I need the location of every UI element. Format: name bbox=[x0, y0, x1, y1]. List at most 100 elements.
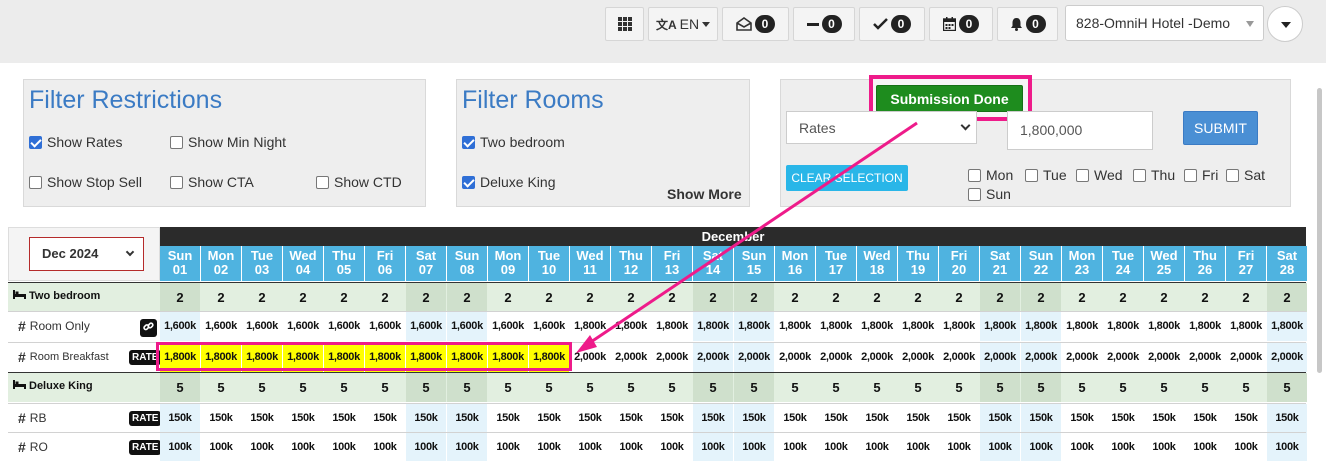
rate-cell[interactable]: 1,800k bbox=[816, 312, 856, 341]
month-select[interactable]: Dec 2024 bbox=[29, 237, 144, 271]
day-header[interactable]: Mon 23 bbox=[1062, 246, 1102, 281]
rate-cell[interactable]: 2,000k bbox=[1226, 343, 1266, 372]
availability-cell[interactable]: 2 bbox=[406, 283, 446, 312]
submit-button[interactable]: SUBMIT bbox=[1183, 111, 1258, 145]
day-thu-checkbox[interactable]: Thu bbox=[1133, 167, 1175, 183]
availability-cell[interactable]: 2 bbox=[775, 283, 815, 312]
show-rates-checkbox[interactable]: Show Rates bbox=[29, 134, 122, 150]
day-header[interactable]: Sat 07 bbox=[406, 246, 446, 281]
availability-cell[interactable]: 2 bbox=[693, 283, 733, 312]
availability-cell[interactable]: 5 bbox=[447, 373, 487, 402]
availability-cell[interactable]: 2 bbox=[1185, 283, 1225, 312]
availability-cell[interactable]: 2 bbox=[611, 283, 651, 312]
rate-cell[interactable]: 1,800k bbox=[529, 343, 569, 372]
availability-cell[interactable]: 2 bbox=[324, 283, 364, 312]
rate-cell[interactable]: 1,800k bbox=[242, 343, 282, 372]
rate-cell[interactable]: 1,800k bbox=[1062, 312, 1102, 341]
availability-cell[interactable]: 2 bbox=[1103, 283, 1143, 312]
rate-cell[interactable]: 100k bbox=[734, 433, 774, 461]
availability-cell[interactable]: 5 bbox=[365, 373, 405, 402]
availability-cell[interactable]: 2 bbox=[201, 283, 241, 312]
availability-cell[interactable]: 2 bbox=[1062, 283, 1102, 312]
rate-cell[interactable]: 1,800k bbox=[1267, 312, 1307, 341]
rate-cell[interactable]: 150k bbox=[283, 404, 323, 433]
rate-cell[interactable]: 2,000k bbox=[611, 343, 651, 372]
rate-cell[interactable]: 150k bbox=[488, 404, 528, 433]
availability-cell[interactable]: 5 bbox=[775, 373, 815, 402]
rate-cell[interactable]: 100k bbox=[1226, 433, 1266, 461]
rate-cell[interactable]: 1,800k bbox=[857, 312, 897, 341]
availability-cell[interactable]: 2 bbox=[857, 283, 897, 312]
rate-cell[interactable]: 1,600k bbox=[160, 312, 200, 341]
availability-cell[interactable]: 2 bbox=[447, 283, 487, 312]
availability-cell[interactable]: 2 bbox=[242, 283, 282, 312]
rate-cell[interactable]: 100k bbox=[283, 433, 323, 461]
rate-cell[interactable]: 1,800k bbox=[1144, 312, 1184, 341]
rate-cell[interactable]: 100k bbox=[1103, 433, 1143, 461]
day-header[interactable]: Sat 14 bbox=[693, 246, 733, 281]
day-header[interactable]: Sat 28 bbox=[1267, 246, 1307, 281]
availability-cell[interactable]: 5 bbox=[1226, 373, 1266, 402]
availability-cell[interactable]: 5 bbox=[857, 373, 897, 402]
day-tue-checkbox[interactable]: Tue bbox=[1025, 167, 1067, 183]
availability-cell[interactable]: 2 bbox=[816, 283, 856, 312]
availability-cell[interactable]: 2 bbox=[1021, 283, 1061, 312]
checkbox-checked[interactable] bbox=[29, 135, 42, 149]
rate-cell[interactable]: 150k bbox=[324, 404, 364, 433]
rate-cell[interactable]: 150k bbox=[447, 404, 487, 433]
checkbox[interactable] bbox=[170, 135, 183, 149]
rate-cell[interactable]: 1,800k bbox=[652, 312, 692, 341]
rate-cell[interactable]: 1,800k bbox=[1021, 312, 1061, 341]
rate-cell[interactable]: 1,800k bbox=[1103, 312, 1143, 341]
rate-cell[interactable]: 2,000k bbox=[1185, 343, 1225, 372]
availability-cell[interactable]: 5 bbox=[1062, 373, 1102, 402]
rate-cell[interactable]: 150k bbox=[1185, 404, 1225, 433]
availability-cell[interactable]: 5 bbox=[939, 373, 979, 402]
rate-cell[interactable]: 150k bbox=[775, 404, 815, 433]
rate-cell[interactable]: 1,600k bbox=[201, 312, 241, 341]
day-sat-checkbox[interactable]: Sat bbox=[1226, 167, 1265, 183]
rate-cell[interactable]: 2,000k bbox=[1267, 343, 1307, 372]
pending-counter-button[interactable]: 0 bbox=[793, 7, 855, 41]
availability-cell[interactable]: 2 bbox=[488, 283, 528, 312]
day-header[interactable]: Fri 13 bbox=[652, 246, 692, 281]
rate-cell[interactable]: 150k bbox=[980, 404, 1020, 433]
day-header[interactable]: Thu 12 bbox=[611, 246, 651, 281]
availability-cell[interactable]: 5 bbox=[816, 373, 856, 402]
availability-cell[interactable]: 2 bbox=[652, 283, 692, 312]
day-header[interactable]: Tue 03 bbox=[242, 246, 282, 281]
rate-cell[interactable]: 150k bbox=[939, 404, 979, 433]
rate-cell[interactable]: 100k bbox=[365, 433, 405, 461]
rate-cell[interactable]: 150k bbox=[1144, 404, 1184, 433]
rate-cell[interactable]: 2,000k bbox=[898, 343, 938, 372]
day-header[interactable]: Fri 20 bbox=[939, 246, 979, 281]
availability-cell[interactable]: 5 bbox=[406, 373, 446, 402]
availability-cell[interactable]: 2 bbox=[160, 283, 200, 312]
rate-cell[interactable]: 1,600k bbox=[406, 312, 446, 341]
rate-cell[interactable]: 150k bbox=[1226, 404, 1266, 433]
day-header[interactable]: Sun 22 bbox=[1021, 246, 1061, 281]
day-header[interactable]: Mon 09 bbox=[488, 246, 528, 281]
rate-cell[interactable]: 150k bbox=[365, 404, 405, 433]
apps-menu-button[interactable] bbox=[605, 7, 644, 41]
day-fri-checkbox[interactable]: Fri bbox=[1184, 167, 1218, 183]
day-header[interactable]: Mon 16 bbox=[775, 246, 815, 281]
availability-cell[interactable]: 5 bbox=[570, 373, 610, 402]
rate-cell[interactable]: 150k bbox=[857, 404, 897, 433]
availability-cell[interactable]: 5 bbox=[1144, 373, 1184, 402]
rate-cell[interactable]: 150k bbox=[1103, 404, 1143, 433]
rate-cell[interactable]: 1,800k bbox=[447, 343, 487, 372]
rate-cell[interactable]: 100k bbox=[1021, 433, 1061, 461]
rate-cell[interactable]: 1,600k bbox=[365, 312, 405, 341]
availability-cell[interactable]: 2 bbox=[898, 283, 938, 312]
rate-cell[interactable]: 2,000k bbox=[775, 343, 815, 372]
availability-cell[interactable]: 5 bbox=[980, 373, 1020, 402]
rate-cell[interactable]: 100k bbox=[570, 433, 610, 461]
rate-cell[interactable]: 100k bbox=[1144, 433, 1184, 461]
availability-cell[interactable]: 5 bbox=[734, 373, 774, 402]
page-scrollbar[interactable] bbox=[1317, 88, 1322, 373]
day-header[interactable]: Thu 26 bbox=[1185, 246, 1225, 281]
rate-cell[interactable]: 2,000k bbox=[652, 343, 692, 372]
availability-cell[interactable]: 5 bbox=[529, 373, 569, 402]
rate-cell[interactable]: 1,800k bbox=[283, 343, 323, 372]
